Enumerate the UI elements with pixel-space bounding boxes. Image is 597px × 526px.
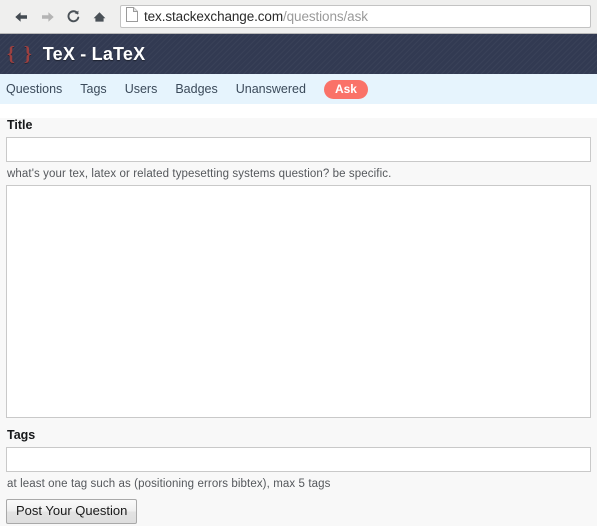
site-title[interactable]: TeX - LaTeX — [43, 44, 146, 65]
ask-question-form: Title what's your tex, latex or related … — [0, 118, 597, 526]
address-bar[interactable]: tex.stackexchange.com/questions/ask — [120, 5, 591, 28]
page-document-icon — [126, 6, 138, 27]
tags-input[interactable] — [6, 447, 591, 472]
address-bar-text: tex.stackexchange.com/questions/ask — [144, 9, 368, 24]
nav-item-users[interactable]: Users — [125, 82, 158, 96]
site-navigation: Questions Tags Users Badges Unanswered A… — [0, 74, 597, 104]
url-path: /questions/ask — [282, 9, 368, 24]
home-button[interactable] — [86, 4, 112, 30]
nav-item-badges[interactable]: Badges — [175, 82, 217, 96]
browser-toolbar: tex.stackexchange.com/questions/ask — [0, 0, 597, 34]
back-button[interactable] — [8, 4, 34, 30]
nav-item-tags[interactable]: Tags — [80, 82, 106, 96]
reload-icon — [66, 9, 81, 24]
tags-label: Tags — [7, 428, 36, 442]
nav-item-questions[interactable]: Questions — [6, 82, 62, 96]
back-arrow-icon — [14, 10, 29, 24]
title-label: Title — [7, 118, 33, 132]
reload-button[interactable] — [60, 4, 86, 30]
title-input[interactable] — [6, 137, 591, 162]
nav-item-unanswered[interactable]: Unanswered — [236, 82, 306, 96]
site-header: { } TeX - LaTeX — [0, 34, 597, 74]
url-host: tex.stackexchange.com — [144, 9, 283, 24]
site-logo-icon[interactable]: { } — [7, 44, 34, 64]
question-body-textarea[interactable] — [6, 185, 591, 418]
forward-arrow-icon — [40, 10, 55, 24]
title-hint: what's your tex, latex or related typese… — [7, 168, 392, 180]
forward-button[interactable] — [34, 4, 60, 30]
home-icon — [92, 10, 107, 24]
tags-hint: at least one tag such as (positioning er… — [7, 478, 331, 490]
ask-question-button[interactable]: Ask — [323, 79, 368, 99]
